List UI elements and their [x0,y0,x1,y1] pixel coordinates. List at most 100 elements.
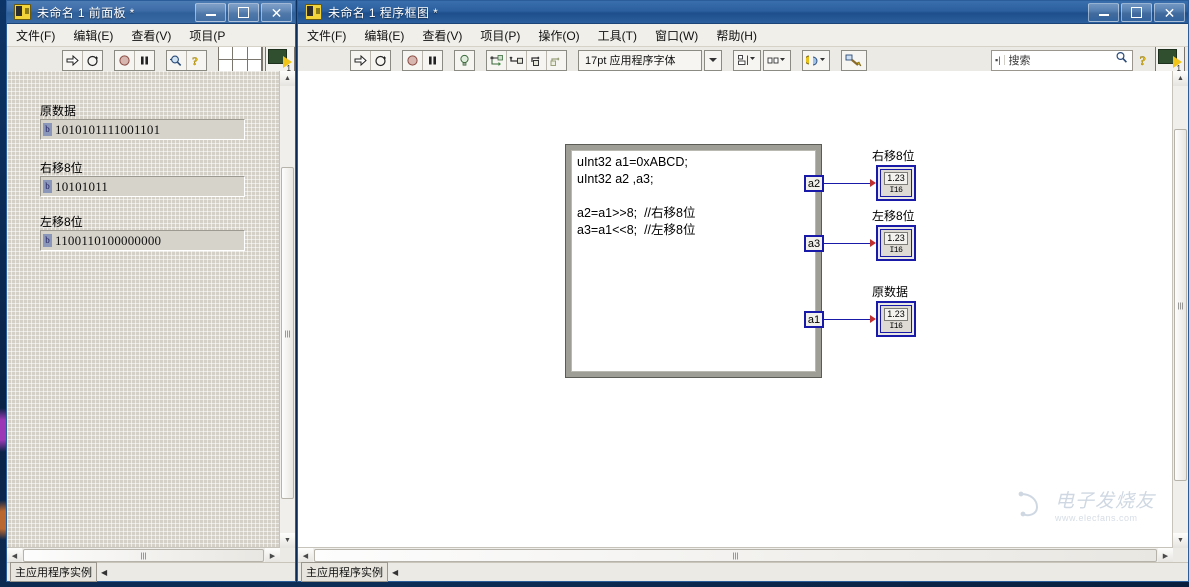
block-diagram-window[interactable]: 未命名 1 程序框图 * ✕ 文件(F) 编辑(E) 查看(V) 项目(P) 操… [297,0,1189,582]
scroll-down-button[interactable]: ▼ [280,533,295,548]
close-button[interactable]: ✕ [1154,3,1185,22]
scroll-up-button[interactable]: ▲ [1173,71,1188,86]
menu-help[interactable]: 帮助(H) [707,25,766,46]
node-terminal-a3[interactable]: a3 [804,235,824,252]
indicator-terminal-2[interactable]: 1.23 I16 [876,301,916,337]
zoom-tool-button[interactable] [166,50,187,70]
reorder-objects-button[interactable] [802,49,830,71]
pause-button[interactable] [134,50,154,70]
node-terminal-a2[interactable]: a2 [804,175,824,192]
font-selector[interactable]: 17pt 应用程序字体 [578,49,702,71]
run-button[interactable] [63,50,83,70]
step-out-button[interactable] [547,50,566,70]
menu-view[interactable]: 查看(V) [413,25,471,46]
step-into-button[interactable] [507,50,527,70]
front-panel-menubar[interactable]: 文件(F) 编辑(E) 查看(V) 项目(P [7,24,295,47]
block-diagram-titlebar[interactable]: 未命名 1 程序框图 * ✕ [298,1,1188,24]
distribute-objects-button[interactable] [763,49,791,71]
statusbar-nav-arrow[interactable]: ◀ [101,568,107,577]
run-button[interactable] [351,50,371,70]
tools-group[interactable]: ? [165,49,207,71]
application-instance-label[interactable]: 主应用程序实例 [301,562,388,582]
pause-button[interactable] [423,50,442,70]
c-code-node[interactable]: uInt32 a1=0xABCD; uInt32 a2 ,a3; a2=a1>>… [565,144,822,378]
help-button[interactable]: ? [186,50,206,70]
menu-project[interactable]: 项目(P) [471,25,529,46]
block-diagram-menubar[interactable]: 文件(F) 编辑(E) 查看(V) 项目(P) 操作(O) 工具(T) 窗口(W… [298,24,1188,47]
step-group[interactable] [486,49,567,71]
highlight-execution-bulb-icon[interactable] [455,50,474,70]
front-panel-titlebar[interactable]: 未命名 1 前面板 * ✕ [7,1,295,24]
menu-window[interactable]: 窗口(W) [646,25,707,46]
scroll-left-button[interactable]: ◀ [298,548,313,563]
font-selector-dropdown-arrow[interactable] [704,49,722,71]
radix-marker-1[interactable]: b [43,180,52,193]
block-diagram-toolbar[interactable]: 17pt 应用程序字体 ▪| 搜索 ? 1 [298,47,1188,74]
wire-a2[interactable] [824,183,872,184]
indicator-terminal-0[interactable]: 1.23 I16 [876,165,916,201]
search-input[interactable]: 搜索 [1009,52,1115,68]
front-panel-hscrollbar[interactable]: ◀ ||| ▶ [7,547,280,563]
run-continuously-button[interactable] [83,50,102,70]
front-panel-vscrollbar[interactable]: ▲ ||| ▼ [279,71,295,548]
menu-edit[interactable]: 编辑(E) [355,25,413,46]
statusbar-nav-arrow[interactable]: ◀ [392,568,398,577]
execution-controls-group[interactable] [402,49,443,71]
execution-controls-group[interactable] [113,49,155,71]
debug-group[interactable] [454,49,475,71]
menu-tools[interactable]: 工具(T) [589,25,646,46]
abort-execution-button[interactable] [403,50,423,70]
retain-wire-values-button[interactable] [487,50,507,70]
search-left-glyph: ▪| [992,55,1005,65]
vscroll-thumb[interactable]: ||| [1174,129,1187,481]
vi-icon-pane[interactable]: 1 [1155,47,1185,73]
string-indicator-1[interactable]: b 10101011 [40,176,245,197]
front-panel-toolbar[interactable]: ? 1 [7,47,295,74]
align-objects-button[interactable] [733,49,761,71]
wire-a1[interactable] [824,319,872,320]
string-indicator-0[interactable]: b 1010101111001101 [40,119,245,140]
close-button[interactable]: ✕ [261,3,292,22]
block-diagram-canvas[interactable]: uInt32 a1=0xABCD; uInt32 a2 ,a3; a2=a1>>… [298,71,1173,548]
run-controls-group[interactable] [62,49,103,71]
hscroll-thumb[interactable]: ||| [23,549,264,562]
block-diagram-vscrollbar[interactable]: ▲ ||| ▼ [1172,71,1188,548]
vi-icon-pane[interactable]: 1 [265,47,295,73]
scroll-right-button[interactable]: ▶ [265,548,280,563]
scroll-right-button[interactable]: ▶ [1158,548,1173,563]
node-terminal-a1[interactable]: a1 [804,311,824,328]
menu-edit[interactable]: 编辑(E) [64,25,122,46]
maximize-button[interactable] [1121,3,1152,22]
menu-operate[interactable]: 操作(O) [529,25,588,46]
scroll-up-button[interactable]: ▲ [280,71,295,86]
front-panel-window[interactable]: 未命名 1 前面板 * ✕ 文件(F) 编辑(E) 查看(V) 项目(P ? 1… [6,0,296,582]
help-button[interactable]: ? [1135,51,1153,70]
run-controls-group[interactable] [350,49,391,71]
abort-execution-button[interactable] [114,50,135,70]
front-panel-title: 未命名 1 前面板 * [37,5,135,20]
hscroll-thumb[interactable]: ||| [314,549,1157,562]
scroll-down-button[interactable]: ▼ [1173,533,1188,548]
clean-up-diagram-button[interactable] [841,49,867,71]
vscroll-thumb[interactable]: ||| [281,167,294,499]
search-box[interactable]: ▪| 搜索 [991,49,1133,71]
indicator-terminal-1[interactable]: 1.23 I16 [876,225,916,261]
maximize-button[interactable] [228,3,259,22]
string-indicator-2[interactable]: b 1100110100000000 [40,230,245,251]
scroll-left-button[interactable]: ◀ [7,548,22,563]
menu-file[interactable]: 文件(F) [7,25,64,46]
search-icon[interactable] [1115,51,1132,69]
block-diagram-hscrollbar[interactable]: ◀ ||| ▶ [298,547,1173,563]
minimize-button[interactable] [195,3,226,22]
radix-marker-0[interactable]: b [43,123,52,136]
wire-a3[interactable] [824,243,872,244]
menu-project[interactable]: 项目(P [180,25,234,46]
menu-view[interactable]: 查看(V) [122,25,180,46]
step-over-button[interactable] [527,50,547,70]
radix-marker-2[interactable]: b [43,234,52,247]
minimize-button[interactable] [1088,3,1119,22]
menu-file[interactable]: 文件(F) [298,25,355,46]
front-panel-canvas[interactable]: 原数据 b 1010101111001101 右移8位 b 10101011 左… [7,71,280,548]
application-instance-label[interactable]: 主应用程序实例 [10,562,97,582]
run-continuously-button[interactable] [371,50,390,70]
